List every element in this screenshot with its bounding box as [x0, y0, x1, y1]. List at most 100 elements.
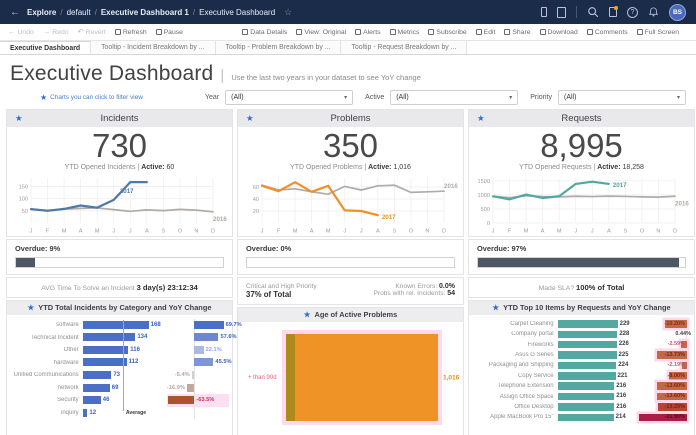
- category-bar[interactable]: [83, 409, 88, 417]
- toolbar-pause-button[interactable]: Pause: [156, 29, 183, 36]
- category-yoy-cell[interactable]: 69.7%: [167, 319, 229, 332]
- yoy-bar[interactable]: [192, 371, 194, 379]
- yoy-bar[interactable]: [194, 333, 218, 341]
- category-bar[interactable]: [83, 321, 149, 329]
- incidents-overdue-bar[interactable]: [15, 257, 224, 268]
- age-bar[interactable]: [286, 334, 438, 421]
- item-row-company-portal[interactable]: Company portal2280.44%: [472, 329, 691, 339]
- item-yoy-cell[interactable]: -10.20%: [631, 319, 691, 329]
- toolbar-comments-button[interactable]: Comments: [587, 29, 628, 36]
- item-row-carpet-cleaning[interactable]: Carpet Cleaning229-10.20%: [472, 319, 691, 329]
- toolbar-metrics-button[interactable]: Metrics: [390, 29, 420, 36]
- item-yoy-cell[interactable]: -13.29%: [631, 402, 691, 412]
- item-bar[interactable]: [558, 331, 618, 339]
- toolbar-edit-button[interactable]: Edit: [476, 29, 496, 36]
- user-avatar[interactable]: BS: [669, 4, 686, 21]
- category-bar[interactable]: [83, 384, 110, 392]
- item-bar-cell[interactable]: 229: [558, 319, 630, 329]
- breadcrumb-item-explore[interactable]: Explore: [27, 8, 56, 17]
- category-row-hardware[interactable]: hardware11245.5%: [10, 356, 229, 369]
- favorite-star-icon[interactable]: ☆: [284, 7, 292, 18]
- filter-active-select[interactable]: (All)▾: [390, 90, 518, 105]
- problems-overdue-bar[interactable]: [246, 257, 455, 268]
- category-bar[interactable]: [83, 358, 127, 366]
- problems-line-chart[interactable]: 204060JFMAMJJASOND20162017: [241, 173, 460, 235]
- requests-line-chart[interactable]: 050010001500JFMAMJJASOND20162017: [472, 173, 691, 235]
- category-bar[interactable]: [83, 396, 101, 404]
- yoy-bar[interactable]: [194, 321, 223, 329]
- toolbar-share-button[interactable]: Share: [504, 29, 530, 36]
- requests-items-chart[interactable]: Carpet Cleaning229-10.20%Company portal2…: [469, 315, 694, 425]
- item-bar[interactable]: [558, 372, 616, 380]
- tab-tooltip-request-breakdown-by[interactable]: Tooltip - Request Breakdown by ...: [341, 41, 467, 54]
- category-yoy-cell[interactable]: -16.9%: [167, 382, 229, 395]
- toolbar-refresh-button[interactable]: Refresh: [115, 29, 147, 36]
- item-row-copy-service[interactable]: Copy Service221-8.00%: [472, 371, 691, 381]
- toolbar-revert-button[interactable]: ↶Revert: [78, 28, 106, 36]
- bell-icon[interactable]: [648, 6, 659, 18]
- item-yoy-cell[interactable]: -21.90%: [631, 412, 691, 422]
- data-details-icon[interactable]: [609, 7, 617, 17]
- toolbar-download-button[interactable]: Download: [540, 29, 578, 36]
- item-bar-cell[interactable]: 226: [558, 339, 630, 349]
- category-yoy-cell[interactable]: [167, 407, 229, 420]
- item-bar-cell[interactable]: 216: [558, 381, 630, 391]
- item-row-office-desktop[interactable]: Office Desktop216-13.29%: [472, 402, 691, 412]
- item-yoy-cell[interactable]: -2.59%: [631, 339, 691, 349]
- help-icon[interactable]: ?: [627, 7, 638, 18]
- item-bar[interactable]: [558, 351, 617, 359]
- item-bar[interactable]: [558, 393, 615, 401]
- toolbar-data-details-button[interactable]: Data Details: [242, 29, 287, 36]
- breadcrumb-item-executive-dashboard[interactable]: Executive Dashboard: [199, 8, 275, 17]
- tab-tooltip-problem-breakdown-by[interactable]: Tooltip - Problem Breakdown by ...: [216, 41, 342, 54]
- item-bar-cell[interactable]: 225: [558, 350, 630, 360]
- item-row-fireworks[interactable]: Fireworks226-2.59%: [472, 339, 691, 349]
- item-yoy-cell[interactable]: -13.73%: [631, 350, 691, 360]
- yoy-bar[interactable]: [168, 396, 195, 404]
- item-row-assign-office-space[interactable]: Assign Office Space216-13.60%: [472, 391, 691, 401]
- item-bar-cell[interactable]: 214: [558, 412, 630, 422]
- item-bar-cell[interactable]: 216: [558, 402, 630, 412]
- category-yoy-cell[interactable]: 22.1%: [167, 344, 229, 357]
- tab-tooltip-incident-breakdown-by[interactable]: Tooltip - Incident Breakdown by ...: [91, 41, 215, 54]
- item-bar[interactable]: [558, 403, 615, 411]
- item-bar-cell[interactable]: 224: [558, 360, 630, 370]
- item-yoy-cell[interactable]: -13.60%: [631, 391, 691, 401]
- yoy-bar[interactable]: [194, 358, 213, 366]
- toolbar-subscribe-button[interactable]: Subscribe: [428, 29, 466, 36]
- toolbar-full-screen-button[interactable]: Full Screen: [637, 29, 679, 36]
- item-yoy-cell[interactable]: -2.19%: [631, 360, 691, 370]
- toolbar-view-original-button[interactable]: View: Original: [296, 29, 346, 36]
- filter-year-select[interactable]: (All)▾: [225, 90, 353, 105]
- category-bar[interactable]: [83, 371, 112, 379]
- category-row-inquiry[interactable]: inquiry12: [10, 407, 229, 420]
- item-row-packaging-and-shipping[interactable]: Packaging and Shipping224-2.19%: [472, 360, 691, 370]
- item-row-apple-macbook-pro-15[interactable]: Apple MacBook Pro 15"214-21.90%: [472, 412, 691, 422]
- incidents-line-chart[interactable]: 50100150JFMAMJJASOND20162017: [10, 173, 229, 235]
- category-row-software[interactable]: software16869.7%: [10, 319, 229, 332]
- tablet-preview-icon[interactable]: [557, 7, 566, 18]
- item-bar[interactable]: [558, 382, 615, 390]
- item-bar-cell[interactable]: 221: [558, 371, 630, 381]
- phone-preview-icon[interactable]: [541, 7, 547, 17]
- toolbar-undo-button[interactable]: ←Undo: [8, 28, 34, 36]
- category-bar[interactable]: [83, 333, 136, 341]
- item-yoy-cell[interactable]: -8.00%: [631, 371, 691, 381]
- item-yoy-cell[interactable]: 0.44%: [631, 329, 691, 339]
- requests-overdue-bar[interactable]: [477, 257, 686, 268]
- item-bar[interactable]: [558, 414, 614, 422]
- category-yoy-cell[interactable]: -5.4%: [167, 369, 229, 382]
- item-yoy-cell[interactable]: -13.60%: [631, 381, 691, 391]
- item-bar-cell[interactable]: 216: [558, 391, 630, 401]
- item-bar[interactable]: [558, 362, 617, 370]
- age-of-problems-chart[interactable]: + than 90d 1,016: [238, 322, 463, 435]
- item-bar[interactable]: [558, 341, 617, 349]
- toolbar-redo-button[interactable]: →Redo: [43, 28, 69, 36]
- toolbar-alerts-button[interactable]: Alerts: [355, 29, 380, 36]
- search-icon[interactable]: [587, 6, 599, 18]
- yoy-bar[interactable]: [194, 346, 203, 354]
- item-row-asus-g-series[interactable]: Asus G Series225-13.73%: [472, 350, 691, 360]
- category-row-unified-communications[interactable]: Unified Communications73-5.4%: [10, 369, 229, 382]
- category-row-network[interactable]: network69-16.9%: [10, 382, 229, 395]
- item-row-telephone-extension[interactable]: Telephone Extension216-13.60%: [472, 381, 691, 391]
